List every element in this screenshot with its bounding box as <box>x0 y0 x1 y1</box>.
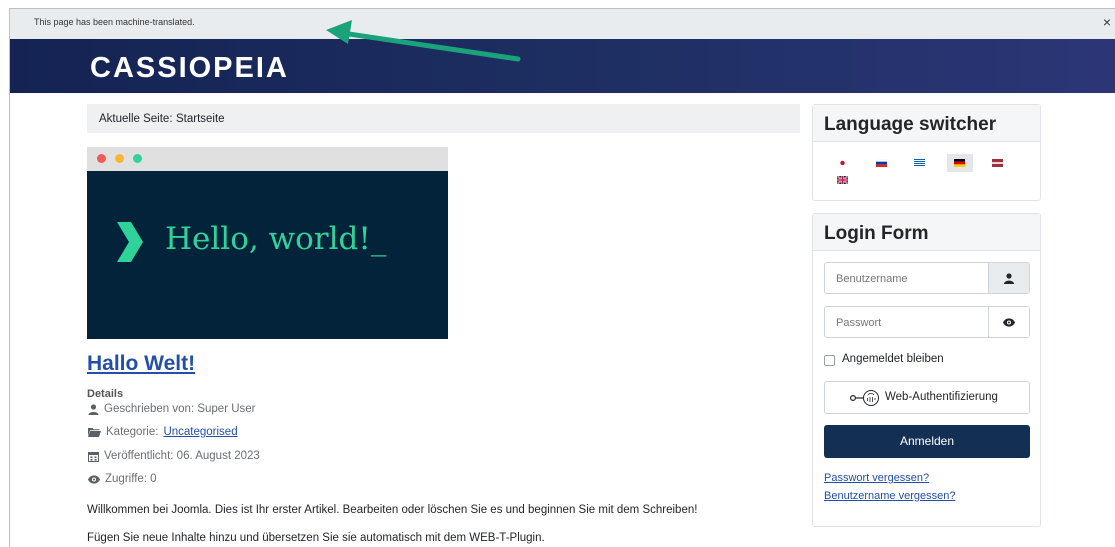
hero-window-bar <box>87 147 448 171</box>
greek-flag-icon[interactable] <box>914 159 925 167</box>
english-flag-icon[interactable] <box>837 176 848 184</box>
username-placeholder: Benutzername <box>836 273 908 285</box>
meta-hits-text: Zugriffe: 0 <box>105 473 157 485</box>
meta-published-text: Veröffentlicht: 06. August 2023 <box>104 450 260 462</box>
password-placeholder: Passwort <box>836 317 882 329</box>
latvian-flag-icon[interactable] <box>992 159 1003 167</box>
category-link[interactable]: Uncategorised <box>163 426 237 438</box>
passkey-icon <box>850 390 879 406</box>
red-dot-icon <box>97 154 106 163</box>
prompt-chevron-icon <box>117 222 143 262</box>
close-icon[interactable]: × <box>1103 14 1111 30</box>
eye-icon <box>1003 318 1015 327</box>
breadcrumb-label: Aktuelle Seite: <box>99 113 173 125</box>
login-button[interactable]: Anmelden <box>824 425 1030 458</box>
username-field[interactable]: Benutzername <box>824 262 1030 294</box>
hero-image: Hello, world!_ <box>87 147 448 339</box>
eye-icon <box>88 474 100 484</box>
yellow-dot-icon <box>115 154 124 163</box>
meta-hits: Zugriffe: 0 <box>88 473 157 485</box>
language-switcher-module: Language switcher <box>812 104 1041 201</box>
remember-me-label: Angemeldet bleiben <box>842 353 944 365</box>
meta-category: Kategorie: Uncategorised <box>88 426 238 438</box>
german-flag-icon[interactable] <box>954 159 965 167</box>
breadcrumb: Aktuelle Seite: Startseite <box>87 104 800 133</box>
japanese-flag-icon[interactable] <box>837 159 848 167</box>
article-paragraph: Willkommen bei Joomla. Dies ist Ihr erst… <box>87 504 698 516</box>
language-switcher-title: Language switcher <box>813 105 1040 142</box>
show-password-button[interactable] <box>988 307 1029 337</box>
translation-notice-text: This page has been machine-translated. <box>34 17 195 27</box>
user-icon <box>1004 273 1014 284</box>
meta-author: Geschrieben von: Super User <box>88 403 256 415</box>
forgot-password-link[interactable]: Passwort vergessen? <box>824 472 929 484</box>
login-form-module: Login Form Benutzername Passwort Angemel… <box>812 213 1041 527</box>
forgot-username-link[interactable]: Benutzername vergessen? <box>824 490 955 502</box>
meta-published: Veröffentlicht: 06. August 2023 <box>88 450 260 462</box>
username-addon <box>988 263 1029 293</box>
article-title-link[interactable]: Hallo Welt! <box>87 352 195 376</box>
site-header: CASSIOPEIA <box>10 39 1115 93</box>
details-heading: Details <box>87 388 124 400</box>
hero-text: Hello, world!_ <box>165 221 387 257</box>
remember-me-checkbox[interactable] <box>824 355 835 366</box>
green-dot-icon <box>133 154 142 163</box>
webauthn-label: Web-Authentifizierung <box>885 391 998 403</box>
meta-author-text: Geschrieben von: Super User <box>104 403 256 415</box>
translation-notice-bar: This page has been machine-translated. × <box>10 9 1115 39</box>
site-brand[interactable]: CASSIOPEIA <box>90 52 289 85</box>
user-icon <box>88 403 99 415</box>
breadcrumb-current: Startseite <box>176 113 225 125</box>
password-field[interactable]: Passwort <box>824 306 1030 338</box>
login-form-title: Login Form <box>813 214 1040 251</box>
webauthn-button[interactable]: Web-Authentifizierung <box>824 381 1030 414</box>
folder-icon <box>88 428 101 437</box>
russian-flag-icon[interactable] <box>876 159 887 167</box>
article-paragraph: Fügen Sie neue Inhalte hinzu und überset… <box>87 532 545 544</box>
meta-category-label: Kategorie: <box>106 426 159 438</box>
calendar-icon <box>88 451 99 462</box>
